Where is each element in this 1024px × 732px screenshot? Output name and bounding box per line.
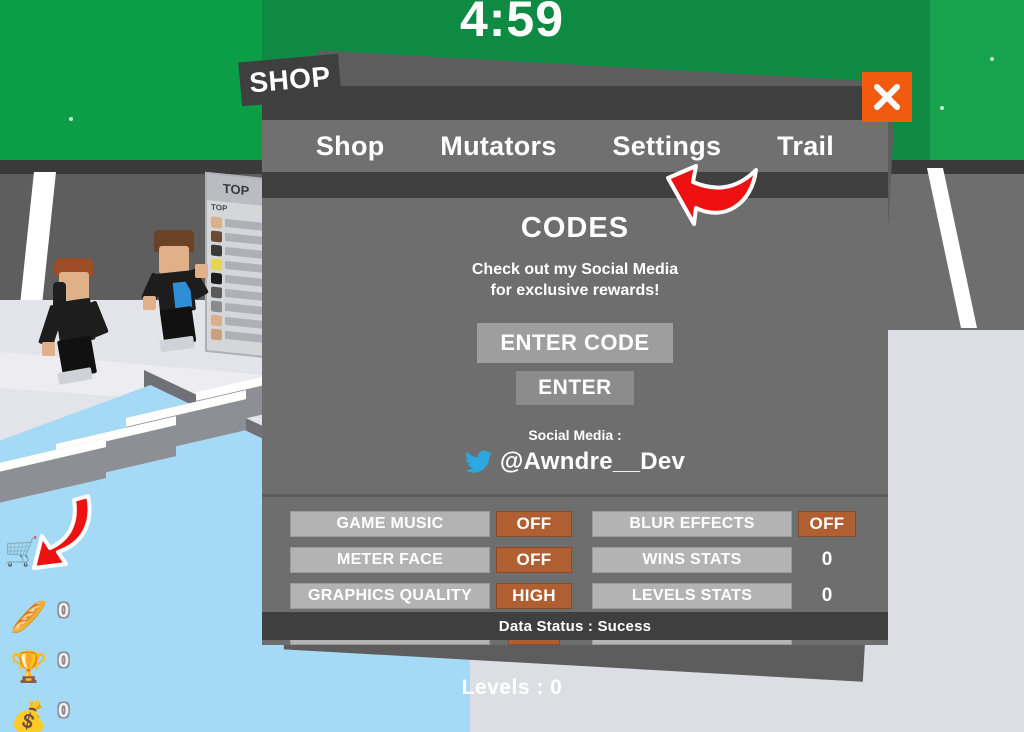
setting-meter-face-button[interactable]: METER FACE <box>290 547 490 573</box>
settings-panel-body: CODES Check out my Social Media for excl… <box>262 198 888 645</box>
tab-settings[interactable]: Settings <box>612 131 721 162</box>
setting-label: GAME MUSIC <box>336 515 444 532</box>
setting-game-music-button[interactable]: GAME MUSIC <box>290 511 490 537</box>
codes-subtitle: Check out my Social Media for exclusive … <box>262 259 888 301</box>
shop-window-title: SHOP <box>248 60 332 99</box>
close-icon <box>874 84 900 110</box>
setting-label: GRAPHICS QUALITY <box>308 587 472 604</box>
hud-counter-value: 0 <box>58 700 70 722</box>
window-tab-bar: Shop Mutators Settings Trail <box>262 120 888 172</box>
hud-counter-list: 🥖 0 🏆 0 💰 0 <box>6 596 106 732</box>
codes-subtitle-line2: for exclusive rewards! <box>490 282 660 299</box>
setting-graphics-quality-button[interactable]: GRAPHICS QUALITY <box>290 583 490 609</box>
tab-mutators[interactable]: Mutators <box>440 131 556 162</box>
setting-graphics-quality-value[interactable]: HIGH <box>496 583 572 609</box>
arrow-pointing-to-settings-tab <box>660 160 775 240</box>
gingerbread-man-icon: 🥖 <box>10 601 48 634</box>
arrow-pointing-to-shop-cart <box>18 490 108 585</box>
window-header-bar <box>262 86 888 120</box>
hud-counter: 🏆 0 <box>6 646 106 696</box>
star-particle <box>940 106 944 110</box>
leaderboard-subtitle: TOP <box>211 202 228 214</box>
player-avatar <box>140 230 230 353</box>
setting-value: OFF <box>809 514 845 533</box>
money-bag-icon: 💰 <box>10 701 48 732</box>
social-media-link[interactable]: @Awndre__Dev <box>262 448 888 476</box>
setting-value: HIGH <box>512 586 556 605</box>
codes-subtitle-line1: Check out my Social Media <box>471 261 679 278</box>
setting-blur-effects-button[interactable]: BLUR EFFECTS <box>592 511 792 537</box>
setting-meter-face-value[interactable]: OFF <box>496 547 572 573</box>
data-status-text: Data Status : Sucess <box>498 617 652 635</box>
setting-levels-stats-value: 0 <box>821 585 833 606</box>
trophy-icon: 🏆 <box>10 651 48 684</box>
setting-blur-effects-value[interactable]: OFF <box>798 511 856 537</box>
tab-trail[interactable]: Trail <box>777 131 834 162</box>
hud-counter: 💰 0 <box>6 696 106 732</box>
player-avatar <box>38 258 130 385</box>
close-button[interactable] <box>862 72 912 122</box>
setting-label: LEVELS STATS <box>631 587 753 604</box>
setting-label: METER FACE <box>336 551 444 568</box>
tab-shop[interactable]: Shop <box>316 131 385 162</box>
enter-code-placeholder: ENTER CODE <box>500 330 650 355</box>
hud-counter-value: 0 <box>58 650 70 672</box>
social-media-label: Social Media : <box>528 427 622 443</box>
round-timer: 4:59 <box>459 0 565 47</box>
social-media-handle: @Awndre__Dev <box>499 448 686 475</box>
setting-wins-stats-button[interactable]: WINS STATS <box>592 547 792 573</box>
star-particle <box>69 117 73 121</box>
enter-button-label: ENTER <box>538 376 612 399</box>
enter-code-input[interactable]: ENTER CODE <box>477 323 673 363</box>
data-status-bar: Data Status : Sucess <box>262 612 888 640</box>
levels-counter: Levels : 0 <box>461 676 563 699</box>
codes-heading: CODES <box>520 212 630 244</box>
twitter-icon <box>464 450 492 473</box>
tab-bar-divider <box>262 172 888 198</box>
leaderboard-title: TOP <box>207 173 265 207</box>
setting-label: WINS STATS <box>642 551 742 568</box>
setting-wins-stats-value: 0 <box>821 549 833 570</box>
shop-window: Shop Mutators Settings Trail CODES Check… <box>262 86 888 645</box>
setting-value: OFF <box>516 514 552 533</box>
setting-game-music-value[interactable]: OFF <box>496 511 572 537</box>
hud-counter-value: 0 <box>58 600 70 622</box>
shop-window-title-tab: SHOP <box>238 53 342 107</box>
setting-levels-stats-button[interactable]: LEVELS STATS <box>592 583 792 609</box>
setting-value: OFF <box>516 550 552 569</box>
enter-button[interactable]: ENTER <box>516 371 634 405</box>
hud-counter: 🥖 0 <box>6 596 106 646</box>
star-particle <box>990 57 994 61</box>
setting-label: BLUR EFFECTS <box>629 515 755 532</box>
